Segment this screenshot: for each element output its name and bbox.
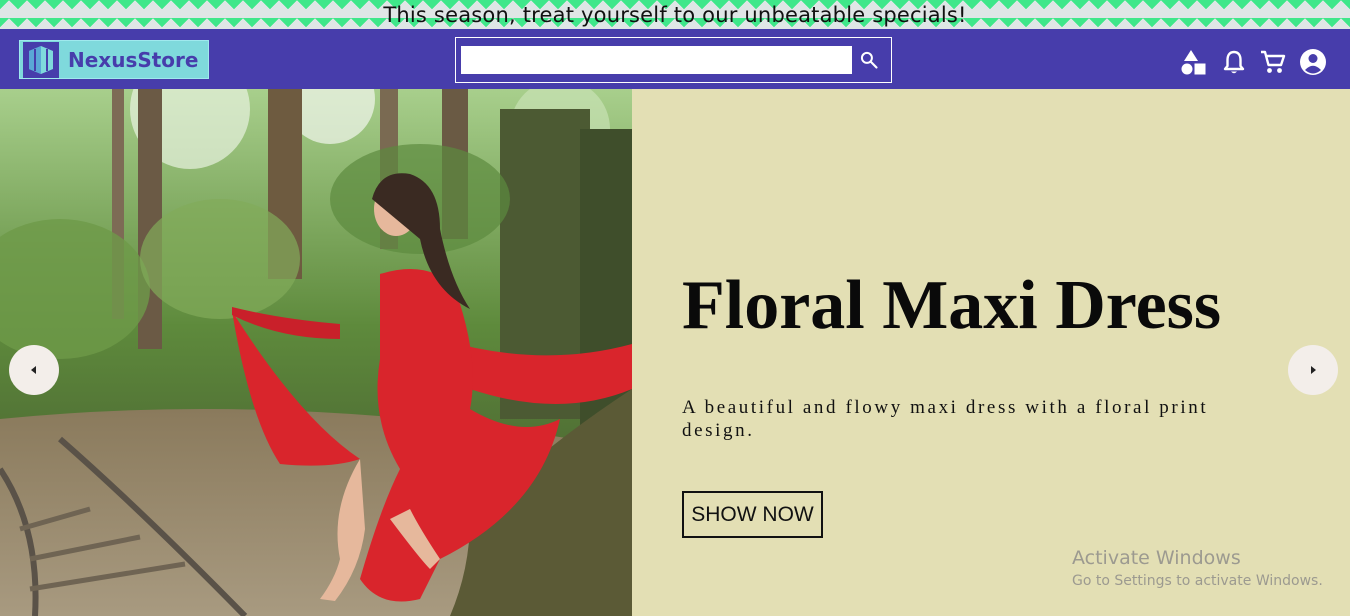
announcement-text: This season, treat yourself to our unbea…	[383, 2, 967, 27]
shapes-icon[interactable]	[1180, 48, 1208, 76]
hero-title: Floral Maxi Dress	[682, 267, 1222, 344]
logo-text: NexusStore	[68, 47, 199, 72]
search-bar	[455, 37, 892, 83]
hero-image	[0, 89, 632, 616]
product-photo	[0, 89, 632, 616]
carousel-prev-button[interactable]	[9, 345, 59, 395]
search-icon	[860, 51, 878, 69]
caret-left-icon	[31, 366, 36, 374]
caret-right-icon	[1311, 366, 1316, 374]
hero-description: A beautiful and flowy maxi dress with a …	[682, 397, 1209, 441]
bell-icon[interactable]	[1220, 48, 1248, 76]
navbar: NexusStore	[0, 29, 1350, 89]
cart-icon[interactable]	[1259, 48, 1287, 76]
logo-icon	[23, 41, 59, 78]
search-input[interactable]	[461, 46, 852, 74]
show-now-button[interactable]: SHOW NOW	[682, 491, 823, 538]
account-icon[interactable]	[1299, 48, 1327, 76]
carousel-next-button[interactable]	[1288, 345, 1338, 395]
activation-watermark-title: Activate Windows	[1072, 547, 1241, 569]
search-button[interactable]	[854, 46, 884, 74]
activation-watermark-subtitle: Go to Settings to activate Windows.	[1072, 573, 1323, 589]
store-logo[interactable]: NexusStore	[19, 40, 209, 79]
announcement-bar: This season, treat yourself to our unbea…	[0, 0, 1350, 29]
